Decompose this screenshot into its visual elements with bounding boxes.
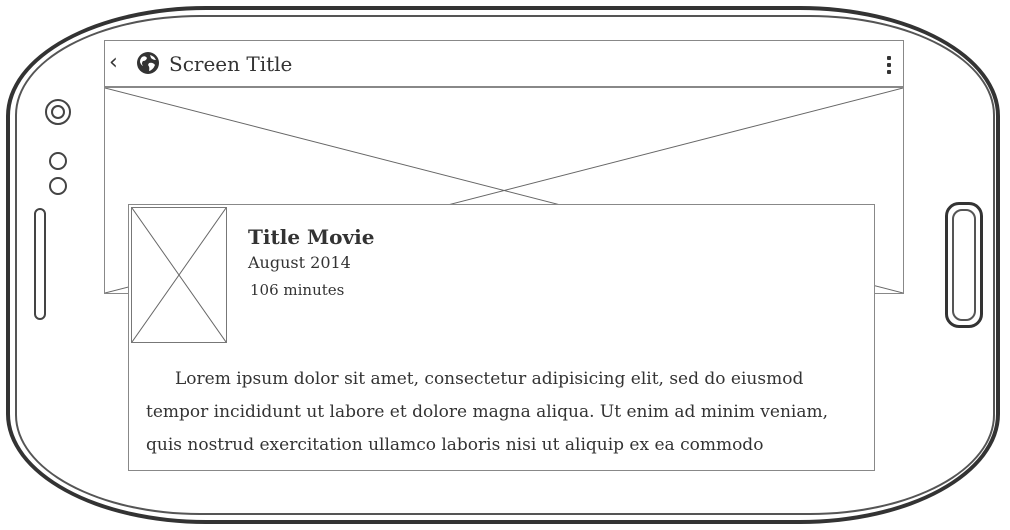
- home-button[interactable]: [945, 202, 983, 328]
- movie-duration: 106 minutes: [250, 281, 345, 299]
- app-bar: ‹ Screen Title: [105, 41, 903, 88]
- chevron-left-icon[interactable]: ‹: [109, 51, 118, 75]
- movie-title: Title Movie: [248, 225, 375, 249]
- movie-card[interactable]: Title Movie August 2014 106 minutes Lore…: [128, 204, 875, 471]
- globe-icon: [137, 52, 159, 74]
- movie-thumbnail-placeholder: [131, 207, 227, 343]
- speaker-slot: [34, 208, 46, 320]
- movie-description: Lorem ipsum dolor sit amet, consectetur …: [146, 369, 829, 470]
- screen-title: Screen Title: [169, 52, 293, 76]
- camera-inner-icon: [51, 105, 65, 119]
- sensor-icon: [49, 152, 67, 170]
- more-vertical-icon[interactable]: [887, 56, 891, 74]
- movie-release-date: August 2014: [248, 253, 351, 272]
- sensor-icon: [49, 177, 67, 195]
